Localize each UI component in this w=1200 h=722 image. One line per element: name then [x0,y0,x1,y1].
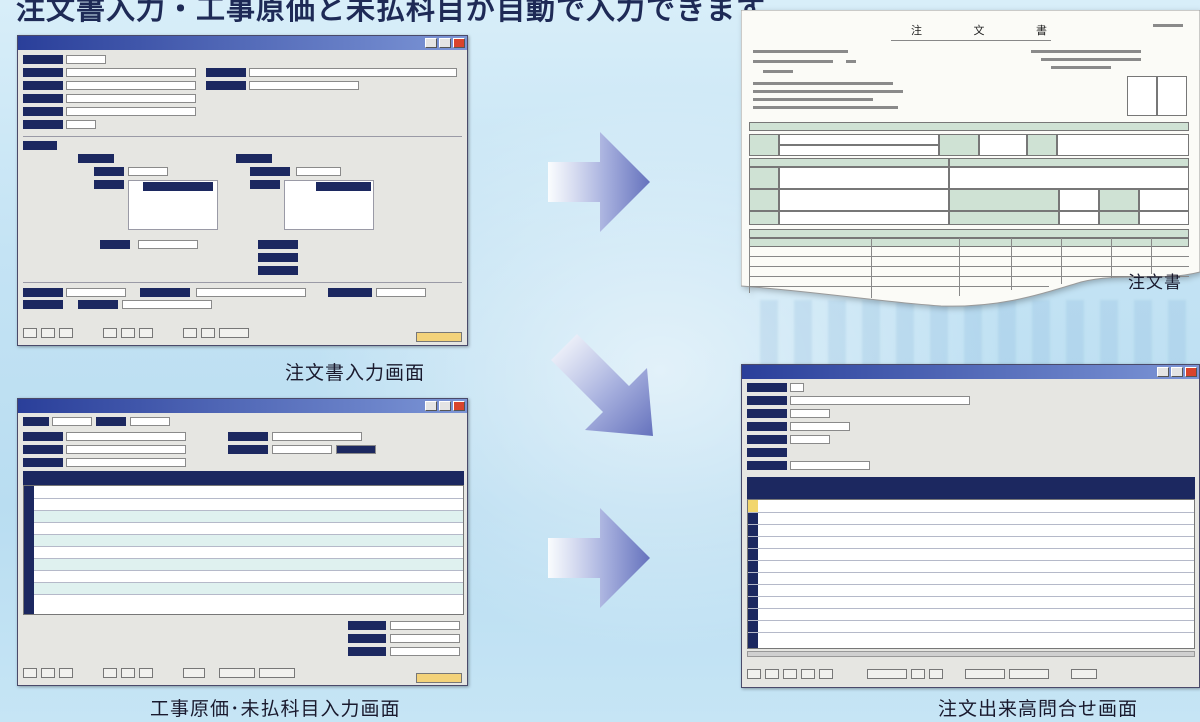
f7-button[interactable] [139,328,153,338]
progress-inquiry-titlebar [742,365,1199,379]
f5-button[interactable] [103,668,117,678]
remarks-field[interactable] [196,288,306,297]
status-select[interactable] [376,288,426,297]
caption-progress-inquiry: 注文出来高問合せ画面 [938,698,1139,720]
f12-button[interactable] [1071,669,1097,679]
option-select[interactable] [66,288,126,297]
project-field[interactable] [66,445,186,454]
account-field-2[interactable] [272,445,332,454]
account-field[interactable] [272,432,362,441]
site-field[interactable] [66,458,186,467]
maximize-button[interactable] [1171,367,1183,377]
f9-button[interactable] [183,328,197,338]
f3-button[interactable] [59,328,73,338]
payment-type-select[interactable] [296,167,341,176]
f10-button[interactable] [201,328,215,338]
address-field[interactable] [249,68,457,77]
minimize-button[interactable] [425,38,437,48]
condition-field[interactable] [790,461,870,470]
confirm-button[interactable] [416,332,462,342]
vendor-field[interactable] [66,81,196,90]
f2-button[interactable] [41,328,55,338]
f6-button[interactable] [121,328,135,338]
cost-detail-grid[interactable] [23,485,464,615]
cost-entry-titlebar [18,399,467,413]
amount-field[interactable] [128,167,168,176]
caption-cost-entry: 工事原価･未払科目入力画面 [150,698,401,720]
f9-button[interactable] [929,669,943,679]
total-field [122,300,212,309]
f2-button[interactable] [41,668,55,678]
site-field[interactable] [66,107,196,116]
f7-button[interactable] [139,668,153,678]
f11-button[interactable] [219,328,249,338]
maximize-button[interactable] [439,401,451,411]
cost-entry-form [18,413,467,685]
f8-button[interactable] [911,669,925,679]
order-document: 注 文 書 [741,10,1200,310]
right-arrow-icon [548,132,650,232]
close-button[interactable] [453,401,465,411]
caption-order-entry: 注文書入力画面 [285,362,426,384]
tax-total-field [390,634,460,643]
f1-button[interactable] [747,669,761,679]
cost-entry-window [17,398,468,686]
f3-button[interactable] [783,669,797,679]
close-button[interactable] [1185,367,1197,377]
project-field[interactable] [66,94,196,103]
headline: 注文書入力・工事原価と未払科目が自動で入力できます。 [16,0,794,26]
close-button[interactable] [453,38,465,48]
f10-button[interactable] [965,669,1005,679]
right-arrow-icon [548,508,650,608]
grand-total-field [390,647,460,656]
code-field[interactable] [66,120,96,129]
f4-button[interactable] [801,669,815,679]
document-title: 注 文 書 [911,24,1071,37]
f6-button[interactable] [121,668,135,678]
tax-field[interactable] [138,240,198,249]
f2-button[interactable] [765,669,779,679]
maximize-button[interactable] [439,38,451,48]
f1-button[interactable] [23,668,37,678]
progress-inquiry-form [742,379,1199,687]
f12-button[interactable] [259,668,295,678]
minimize-button[interactable] [425,401,437,411]
f7-button[interactable] [867,669,907,679]
date-field[interactable] [66,68,196,77]
f9-button[interactable] [183,668,205,678]
order-number-field[interactable] [66,55,106,64]
project-field[interactable] [790,396,970,405]
f11-button[interactable] [219,668,255,678]
f5-button[interactable] [103,328,117,338]
period-field[interactable] [249,81,359,90]
order-entry-titlebar [18,36,467,50]
progress-result-grid[interactable] [747,499,1195,649]
caption-order-document: 注文書 [1128,273,1182,293]
diagonal-arrow-icon [551,334,653,436]
subtotal-field [390,621,460,630]
horizontal-scrollbar[interactable] [747,651,1195,657]
f3-button[interactable] [59,668,73,678]
f1-button[interactable] [23,328,37,338]
order-entry-footer [17,300,468,346]
f5-button[interactable] [819,669,833,679]
vendor-field[interactable] [790,409,830,418]
f11-button[interactable] [1009,669,1049,679]
confirm-button[interactable] [416,673,462,683]
vendor-field[interactable] [66,432,186,441]
progress-inquiry-window [741,364,1200,688]
minimize-button[interactable] [1157,367,1169,377]
